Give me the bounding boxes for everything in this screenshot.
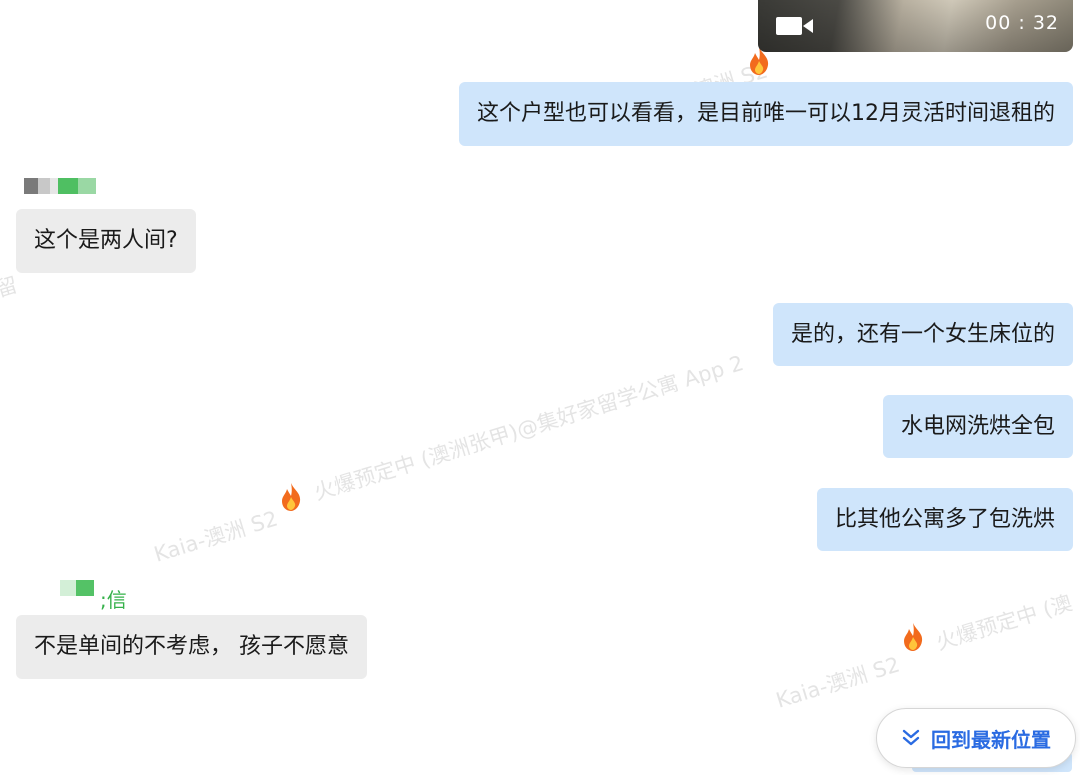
watermark-lower-left: Kaia-澳洲 S2 bbox=[772, 649, 903, 715]
outgoing-message-bubble[interactable]: 水电网洗烘全包 bbox=[882, 395, 1073, 458]
message-text: 不是单间的不考虑， 孩子不愿意 bbox=[34, 634, 349, 659]
watermark-left-edge: 留 bbox=[0, 272, 21, 302]
watermark-lower-right: 火爆预定中 (澳 bbox=[932, 587, 1075, 657]
watermark-text: Kaia-澳洲 S2 bbox=[773, 652, 903, 713]
flame-icon bbox=[282, 483, 301, 511]
video-camera-icon bbox=[776, 17, 813, 35]
video-message[interactable]: 00 : 32 bbox=[758, 0, 1073, 52]
flame-icon bbox=[904, 623, 923, 651]
message-text: 这个是两人间? bbox=[34, 228, 178, 253]
sender-name-redacted bbox=[24, 178, 96, 196]
double-chevron-down-icon bbox=[902, 729, 920, 746]
video-duration: 00 : 32 bbox=[985, 12, 1059, 34]
watermark-middle-left: Kaia-澳洲 S2 bbox=[150, 503, 281, 569]
message-text: 水电网洗烘全包 bbox=[900, 414, 1055, 439]
outgoing-message-bubble[interactable]: 是的，还有一个女生床位的 bbox=[772, 303, 1073, 366]
sender-name-redacted bbox=[60, 580, 100, 598]
watermark-text: 火爆预定中 (澳洲张甲)@集好家留学公寓 App 2 bbox=[311, 350, 747, 505]
sender-name-suffix: ;信 bbox=[100, 588, 127, 612]
message-text: 这个户型也可以看看，是目前唯一可以12月灵活时间退租的 bbox=[477, 101, 1055, 126]
jump-to-latest-label: 回到最新位置 bbox=[931, 727, 1051, 752]
outgoing-message-bubble[interactable]: 比其他公寓多了包洗烘 bbox=[816, 488, 1073, 551]
message-text: 是的，还有一个女生床位的 bbox=[790, 322, 1055, 347]
outgoing-message-bubble[interactable]: 这个户型也可以看看，是目前唯一可以12月灵活时间退租的 bbox=[459, 82, 1073, 146]
watermark-middle-right: 火爆预定中 (澳洲张甲)@集好家留学公寓 App 2 bbox=[310, 347, 747, 507]
jump-to-latest-button[interactable]: 回到最新位置 bbox=[876, 708, 1076, 768]
watermark-text: Kaia-澳洲 S2 bbox=[151, 506, 281, 567]
incoming-message-bubble[interactable]: 这个是两人间? bbox=[16, 209, 196, 273]
watermark-text: 火爆预定中 (澳 bbox=[933, 590, 1075, 655]
message-text: 比其他公寓多了包洗烘 bbox=[834, 507, 1055, 532]
incoming-message-bubble[interactable]: 不是单间的不考虑， 孩子不愿意 bbox=[16, 615, 367, 679]
